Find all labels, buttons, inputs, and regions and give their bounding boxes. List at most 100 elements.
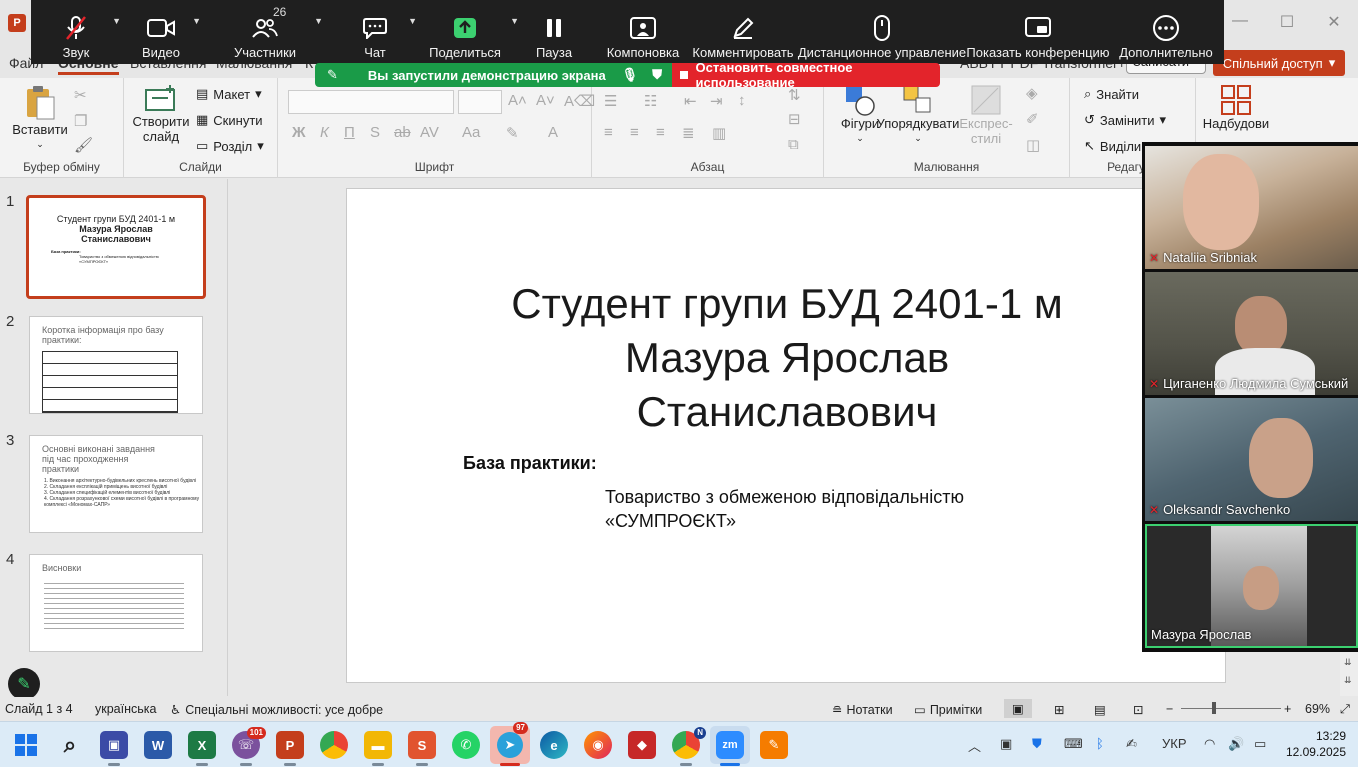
annotate-button[interactable]: Комментировать bbox=[687, 0, 799, 64]
strikethrough-icon[interactable]: ab bbox=[394, 124, 411, 141]
close-icon[interactable]: ✕ bbox=[1322, 12, 1346, 32]
chevron-down-icon[interactable]: ▼ bbox=[314, 16, 323, 26]
word-icon[interactable]: W bbox=[144, 731, 172, 759]
zoom-slider-thumb[interactable] bbox=[1212, 702, 1216, 714]
normal-view-icon[interactable]: ▣ bbox=[1004, 699, 1032, 718]
language-indicator[interactable]: УКР bbox=[1162, 736, 1187, 751]
chrome-icon[interactable] bbox=[320, 731, 348, 759]
battery-icon[interactable]: ▭ bbox=[1254, 736, 1266, 752]
video-button[interactable]: ▼ Видео bbox=[121, 0, 201, 64]
reading-view-icon[interactable]: ▤ bbox=[1094, 702, 1106, 717]
font-size-select[interactable] bbox=[458, 90, 502, 114]
video-tile[interactable]: ✕ Циганенко Людмила Сумський bbox=[1145, 272, 1358, 395]
notes-button[interactable]: ≘ Нотатки bbox=[832, 702, 893, 718]
char-spacing-icon[interactable]: AV bbox=[420, 124, 439, 141]
scroll-down-icon[interactable]: ⇊ bbox=[1344, 657, 1352, 668]
numbering-icon[interactable]: ☷ bbox=[644, 92, 657, 110]
zoom-slider[interactable] bbox=[1181, 708, 1281, 709]
chevron-down-icon[interactable]: ▼ bbox=[192, 16, 201, 26]
shape-outline-icon[interactable]: ✐ bbox=[1026, 110, 1039, 128]
powerpoint-icon[interactable]: P bbox=[276, 731, 304, 766]
save-app-icon[interactable]: ▣ bbox=[100, 731, 128, 766]
system-clock[interactable]: 13:29 12.09.2025 bbox=[1284, 728, 1346, 760]
remote-control-button[interactable]: Дистанционное управление bbox=[798, 0, 966, 64]
align-text-icon[interactable]: ⊟ bbox=[788, 110, 801, 128]
pdf-app-icon[interactable]: ✎ bbox=[760, 731, 788, 759]
reset-button[interactable]: ▦ Скинути bbox=[196, 112, 263, 128]
bold-icon[interactable]: Ж bbox=[292, 124, 306, 141]
telegram-app-active[interactable]: ➤ 97 bbox=[490, 722, 530, 766]
audio-button[interactable]: ▼ Звук bbox=[31, 0, 121, 64]
bullets-icon[interactable]: ☰ bbox=[604, 92, 617, 110]
scroll-down-icon[interactable]: ⇊ bbox=[1344, 675, 1352, 686]
display-icon[interactable]: ▣ bbox=[1000, 736, 1012, 752]
sumatra-icon[interactable]: S bbox=[408, 731, 436, 766]
accessibility-status[interactable]: ♿ Спеціальні можливості: усе добре bbox=[170, 702, 383, 718]
annotation-pen-button[interactable]: ✎ bbox=[8, 668, 40, 700]
more-button[interactable]: Дополнительно bbox=[1111, 0, 1221, 64]
slide-title[interactable]: Студент групи БУД 2401-1 м Мазура Яросла… bbox=[447, 277, 1127, 439]
decrease-font-icon[interactable]: A˅ bbox=[536, 92, 555, 109]
wifi-icon[interactable]: ◠ bbox=[1204, 736, 1215, 752]
underline-icon[interactable]: П bbox=[344, 124, 355, 141]
windows-start-icon[interactable] bbox=[12, 731, 40, 759]
slide-thumbnail-1[interactable]: Студент групи БУД 2401-1 м Мазура Яросла… bbox=[26, 195, 206, 299]
shape-fill-icon[interactable]: ◈ bbox=[1026, 84, 1038, 102]
slide-thumbnail-3[interactable]: Основні виконані завдання під час проход… bbox=[29, 435, 203, 533]
share-screen-button[interactable]: ▼ Поделиться bbox=[421, 0, 519, 64]
comments-button[interactable]: ▭ Примітки bbox=[914, 702, 982, 718]
layout-button[interactable]: Компоновка bbox=[599, 0, 687, 64]
chat-button[interactable]: ▼ Чат bbox=[329, 0, 421, 64]
chevron-up-icon[interactable]: ︿ bbox=[968, 736, 981, 755]
zoom-out-icon[interactable]: − bbox=[1166, 702, 1173, 716]
whatsapp-icon[interactable]: ✆ bbox=[452, 731, 480, 759]
video-tile-active-speaker[interactable]: Мазура Ярослав bbox=[1145, 524, 1358, 648]
slide-base-value[interactable]: Товариство з обмеженою відповідальністю … bbox=[605, 485, 1045, 533]
excel-icon[interactable]: X bbox=[188, 731, 216, 766]
video-tile[interactable]: ✕ Oleksandr Savchenko bbox=[1145, 398, 1358, 521]
chrome-profile-icon[interactable]: N bbox=[672, 727, 706, 766]
change-case-icon[interactable]: Aa bbox=[462, 124, 480, 141]
pen-input-icon[interactable]: ✍ bbox=[1126, 736, 1137, 752]
paste-button[interactable]: Вставити ⌄ bbox=[12, 84, 68, 152]
firefox-icon[interactable]: ◉ bbox=[584, 731, 612, 759]
bluetooth-icon[interactable]: ᛒ bbox=[1096, 736, 1104, 751]
decrease-indent-icon[interactable]: ⇤ bbox=[684, 92, 697, 110]
section-dropdown[interactable]: ▭ Розділ ▾ bbox=[196, 138, 264, 154]
maximize-icon[interactable]: ☐ bbox=[1275, 12, 1299, 32]
align-left-icon[interactable]: ≡ bbox=[604, 124, 613, 141]
increase-font-icon[interactable]: A˄ bbox=[508, 92, 527, 109]
highlight-icon[interactable]: ✎ bbox=[506, 124, 519, 142]
volume-icon[interactable]: 🔊 bbox=[1228, 736, 1244, 752]
quick-styles-button[interactable]: Експрес- стилі bbox=[956, 84, 1016, 146]
align-center-icon[interactable]: ≡ bbox=[630, 124, 639, 141]
show-meeting-button[interactable]: Показать конференцию bbox=[965, 0, 1111, 64]
clear-format-icon[interactable]: A⌫ bbox=[564, 92, 595, 110]
participants-button[interactable]: 26 ▼ Участники bbox=[201, 0, 329, 64]
italic-icon[interactable]: К bbox=[320, 124, 329, 141]
arrange-button[interactable]: Упорядкувати ⌄ bbox=[876, 84, 960, 146]
viber-icon[interactable]: ☏ 101 bbox=[232, 727, 266, 766]
security-icon[interactable]: ⛊ bbox=[1032, 736, 1042, 752]
shape-effects-icon[interactable]: ◫ bbox=[1026, 136, 1040, 154]
stop-share-button[interactable]: Остановить совместное использование bbox=[672, 60, 940, 90]
slideshow-icon[interactable]: ⊡ bbox=[1133, 702, 1143, 717]
justify-icon[interactable]: ≣ bbox=[682, 124, 695, 142]
zoom-app-active[interactable]: zm bbox=[710, 726, 750, 766]
cut-icon[interactable]: ✂ bbox=[74, 86, 87, 104]
find-button[interactable]: ⌕ Знайти bbox=[1084, 86, 1139, 102]
copy-icon[interactable]: ❐ bbox=[74, 112, 87, 130]
anydesk-icon[interactable]: ◆ bbox=[628, 731, 656, 759]
edge-icon[interactable]: e bbox=[540, 731, 568, 759]
line-spacing-icon[interactable]: ↕ bbox=[738, 92, 746, 109]
format-painter-icon[interactable]: 🖌 bbox=[74, 136, 93, 154]
share-button[interactable]: Спільний доступ ▾ bbox=[1213, 50, 1345, 76]
font-color-icon[interactable]: A bbox=[548, 124, 558, 141]
minimize-icon[interactable]: — bbox=[1228, 12, 1252, 30]
replace-button[interactable]: ↺ Замінити ▾ bbox=[1084, 112, 1166, 128]
slide-canvas[interactable]: Студент групи БУД 2401-1 м Мазура Яросла… bbox=[346, 188, 1226, 683]
layout-dropdown[interactable]: ▤ Макет ▾ bbox=[196, 86, 262, 102]
usb-icon[interactable]: ⌨ bbox=[1064, 736, 1083, 752]
slide-thumbnail-2[interactable]: Коротка інформація про базу практики: bbox=[29, 316, 203, 414]
slide-thumbnail-4[interactable]: Висновки bbox=[29, 554, 203, 652]
